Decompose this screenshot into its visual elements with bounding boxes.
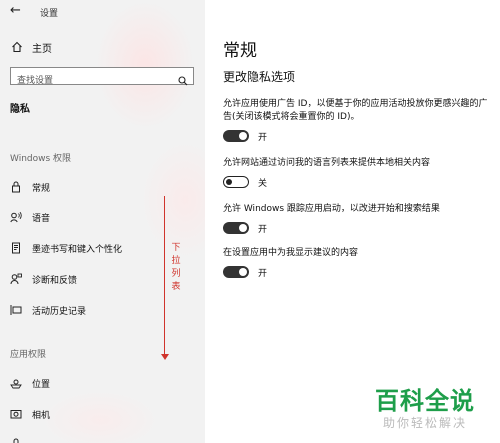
home-icon (10, 41, 24, 53)
toggle-knob (239, 268, 247, 276)
app-title: 设置 (40, 9, 59, 19)
group-header-windows: Windows 权限 (10, 154, 72, 164)
toggle-state-label: 开 (258, 269, 268, 279)
sidebar-item-label: 语音 (32, 213, 51, 224)
search-box[interactable] (10, 67, 194, 88)
sidebar-item-general[interactable]: 常规 (10, 179, 50, 195)
sidebar-item-inking[interactable]: 墨迹书写和键入个性化 (10, 240, 122, 256)
lock-icon (10, 181, 22, 193)
location-icon (10, 377, 22, 389)
sidebar-item-activity-history[interactable]: 活动历史记录 (10, 302, 86, 318)
toggle-state-label: 关 (258, 179, 268, 189)
toggle-knob (239, 224, 247, 232)
setting-description-app-launch: 允许 Windows 跟踪应用启动，以改进开始和搜索结果 (223, 204, 440, 214)
sidebar-item-label: 位置 (32, 379, 51, 390)
sidebar-item-location[interactable]: 位置 (10, 375, 50, 391)
sidebar-item-diagnostics[interactable]: 诊断和反馈 (10, 271, 77, 287)
feedback-icon (10, 273, 22, 285)
toggle-knob (239, 132, 247, 140)
section-subtitle: 更改隐私选项 (223, 70, 296, 84)
speech-icon (10, 211, 22, 223)
sidebar-item-label: 墨迹书写和键入个性化 (32, 244, 123, 255)
timeline-icon (10, 304, 22, 316)
annotation-arrow-head-icon (161, 354, 169, 360)
toggle-knob (226, 178, 232, 185)
sidebar-item-label: 诊断和反馈 (32, 275, 78, 286)
camera-icon (10, 408, 22, 420)
toggle-app-launch-tracking[interactable] (223, 222, 249, 234)
setting-description-suggested-content: 在设置应用中为我显示建议的内容 (223, 248, 359, 258)
sidebar-item-label: 相机 (32, 410, 51, 421)
sidebar-item-label: 活动历史记录 (32, 306, 87, 317)
sidebar: ← 设置 主页 隐私 Windows 权限 常规 语音 墨迹书写和键入个性化 (0, 0, 205, 443)
watermark-slogan: 助你轻松解决 (383, 416, 468, 430)
toggle-state-label: 开 (258, 225, 268, 235)
search-icon[interactable] (178, 71, 188, 90)
blur-overlay (40, 390, 160, 443)
sidebar-item-partial[interactable] (10, 436, 22, 443)
main-panel: 常规 更改隐私选项 允许应用使用广告 ID，以便基于你的应用活动投放你更感兴趣的… (205, 0, 500, 443)
title-bar: ← 设置 (0, 0, 205, 24)
sidebar-item-camera[interactable]: 相机 (10, 406, 50, 422)
annotation-label: 下拉列表 (171, 243, 181, 292)
annotation-arrow-line (164, 196, 165, 356)
toggle-suggested-content[interactable] (223, 266, 249, 278)
setting-description-language-list: 允许网站通过访问我的语言列表来提供本地相关内容 (223, 158, 431, 168)
sidebar-item-label: 主页 (32, 43, 52, 55)
setting-description-ad-id: 允许应用使用广告 ID，以便基于你的应用活动投放你更感兴趣的广 告(关闭该模式将… (223, 99, 488, 122)
section-title: 隐私 (10, 104, 30, 115)
toggle-state-label: 开 (258, 133, 268, 143)
pen-document-icon (10, 242, 22, 254)
microphone-icon (10, 438, 22, 443)
sidebar-item-speech[interactable]: 语音 (10, 209, 50, 225)
watermark-brand: 百科全说 (375, 387, 475, 415)
sidebar-item-home[interactable]: 主页 (10, 39, 52, 55)
toggle-language-list[interactable] (223, 176, 249, 188)
back-arrow-icon[interactable]: ← (10, 3, 21, 18)
group-header-app: 应用权限 (10, 350, 47, 360)
page-title: 常规 (223, 41, 257, 61)
search-input[interactable] (11, 74, 167, 88)
toggle-ad-id[interactable] (223, 130, 249, 142)
sidebar-item-label: 常规 (32, 183, 51, 194)
